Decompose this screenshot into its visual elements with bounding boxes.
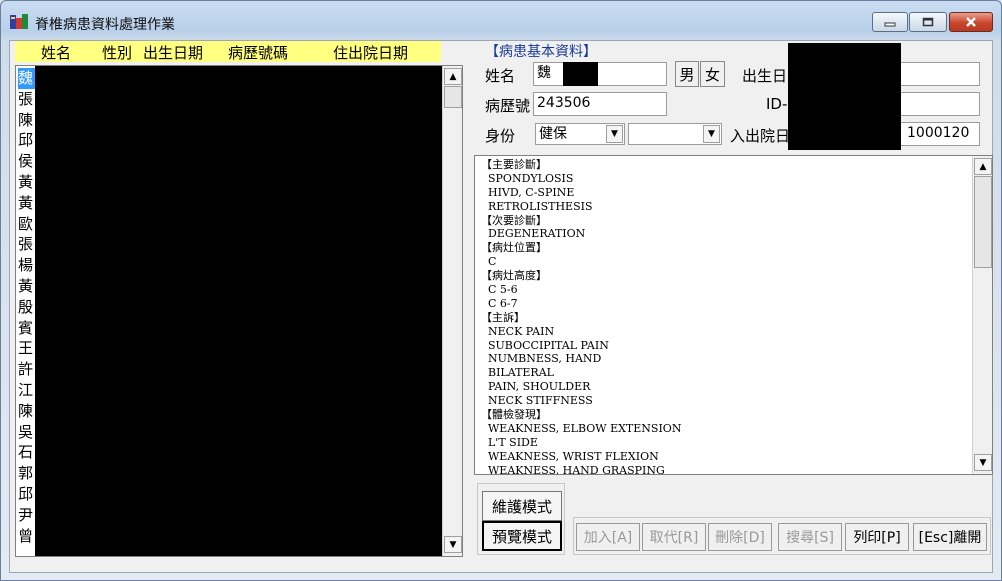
scroll-thumb[interactable] — [444, 86, 462, 108]
status-label: 身份 — [485, 127, 516, 145]
close-icon — [966, 17, 976, 27]
name-label: 姓名 — [485, 67, 516, 85]
redacted-list-area — [35, 66, 442, 556]
maximize-button[interactable] — [909, 12, 947, 32]
birth-date-label: 出生日 — [742, 67, 788, 85]
memo-line: 【病灶位置】 — [481, 241, 547, 255]
memo-line: NECK PAIN — [481, 324, 555, 338]
memo-scroll-thumb[interactable] — [974, 176, 992, 268]
memo-line: 【病灶高度】 — [481, 269, 547, 283]
minimize-button[interactable] — [872, 12, 908, 32]
maintain-mode-button[interactable]: 維護模式 — [482, 491, 562, 521]
header-gender[interactable]: 性別 — [102, 42, 132, 63]
arrow-up-icon: ▲ — [449, 71, 457, 82]
arrow-down-icon: ▼ — [979, 457, 987, 468]
memo-line: WEAKNESS, ELBOW EXTENSION — [481, 421, 682, 435]
memo-line: 【主要診斷】 — [481, 158, 547, 171]
memo-line: 【體檢發現】 — [481, 408, 547, 422]
admission-date-label: 入出院日 — [730, 127, 791, 145]
delete-button[interactable]: 刪除[D] — [708, 523, 772, 551]
diagnosis-text: 【主要診斷】 SPONDYLOSIS HIVD, C-SPINE RETROLI… — [481, 158, 682, 475]
maximize-icon — [922, 17, 934, 27]
dropdown-arrow-icon[interactable]: ▼ — [703, 125, 720, 143]
memo-scroll-down-button[interactable]: ▼ — [974, 454, 992, 471]
memo-line: BILATERAL — [481, 366, 554, 380]
header-name[interactable]: 姓名 — [41, 42, 71, 63]
header-chart-number[interactable]: 病歷號碼 — [228, 42, 288, 63]
diagnosis-memo[interactable]: 【主要診斷】 SPONDYLOSIS HIVD, C-SPINE RETROLI… — [474, 155, 993, 475]
chart-number-field[interactable]: 243506 — [533, 92, 667, 116]
memo-line: WEAKNESS, WRIST FLEXION — [481, 449, 659, 463]
memo-line: HIVD, C-SPINE — [481, 185, 575, 199]
preview-mode-button[interactable]: 預覽模式 — [482, 521, 562, 551]
app-window: 脊椎病患資料處理作業 姓名 性別 出生日期 病歷號碼 住出院日期 魏張陳邱侯黃黃… — [0, 0, 1002, 581]
arrow-up-icon: ▲ — [979, 161, 987, 172]
patient-list[interactable]: 魏張陳邱侯黃黃歐張楊黃殷賓王許江陳吳石郭邱尹曾 ▲ ▼ — [15, 65, 463, 557]
close-button[interactable] — [949, 12, 993, 32]
replace-button[interactable]: 取代[R] — [642, 523, 706, 551]
memo-line: PAIN, SHOULDER — [481, 380, 591, 394]
female-button[interactable]: 女 — [700, 61, 725, 87]
sub-status-select[interactable]: ▼ — [628, 123, 722, 145]
list-scrollbar[interactable]: ▲ ▼ — [442, 66, 462, 556]
memo-line: L'T SIDE — [481, 435, 538, 449]
scroll-down-button[interactable]: ▼ — [444, 536, 462, 553]
print-button[interactable]: 列印[P] — [845, 523, 909, 551]
status-select[interactable]: 健保 ▼ — [535, 123, 625, 145]
add-button[interactable]: 加入[A] — [576, 523, 640, 551]
list-header: 姓名 性別 出生日期 病歷號碼 住出院日期 — [15, 41, 441, 62]
chart-number-label: 病歷號 — [485, 97, 531, 115]
header-birth-date[interactable]: 出生日期 — [143, 42, 203, 63]
memo-line: WEAKNESS, HAND GRASPING — [481, 463, 665, 475]
search-button[interactable]: 搜尋[S] — [778, 523, 842, 551]
memo-line: NUMBNESS, HAND — [481, 352, 602, 366]
redacted-patient-info — [788, 43, 901, 150]
memo-line: C 6-7 — [481, 296, 518, 310]
section-title: 【病患基本資料】 — [485, 44, 597, 60]
memo-line: C — [481, 255, 497, 269]
exit-button[interactable]: [Esc]離開 — [913, 523, 987, 551]
scroll-up-button[interactable]: ▲ — [444, 68, 462, 85]
memo-line: 【主訴】 — [481, 310, 525, 324]
memo-line: SPONDYLOSIS — [481, 171, 574, 185]
memo-scrollbar[interactable]: ▲ ▼ — [972, 156, 992, 474]
memo-line: SUBOCCIPITAL PAIN — [481, 338, 609, 352]
client-area: 姓名 性別 出生日期 病歷號碼 住出院日期 魏張陳邱侯黃黃歐張楊黃殷賓王許江陳吳… — [9, 40, 993, 573]
memo-line: DEGENERATION — [481, 227, 586, 241]
window-title: 脊椎病患資料處理作業 — [35, 17, 175, 33]
name-field[interactable]: 魏 — [533, 62, 667, 86]
id-label: ID- — [766, 95, 788, 113]
memo-line: C 5-6 — [481, 283, 518, 297]
redacted-name — [563, 62, 598, 86]
memo-line: RETROLISTHESIS — [481, 199, 593, 213]
status-value: 健保 — [539, 126, 567, 142]
male-button[interactable]: 男 — [675, 61, 699, 87]
app-icon — [10, 14, 28, 29]
header-admission-dates[interactable]: 住出院日期 — [333, 42, 408, 63]
memo-line: 【次要診斷】 — [481, 213, 547, 227]
memo-scroll-up-button[interactable]: ▲ — [974, 158, 992, 175]
minimize-icon — [884, 22, 896, 27]
title-bar[interactable]: 脊椎病患資料處理作業 — [1, 1, 1001, 41]
arrow-down-icon: ▼ — [449, 539, 457, 550]
dropdown-arrow-icon[interactable]: ▼ — [606, 125, 623, 143]
memo-line: NECK STIFFNESS — [481, 394, 593, 408]
